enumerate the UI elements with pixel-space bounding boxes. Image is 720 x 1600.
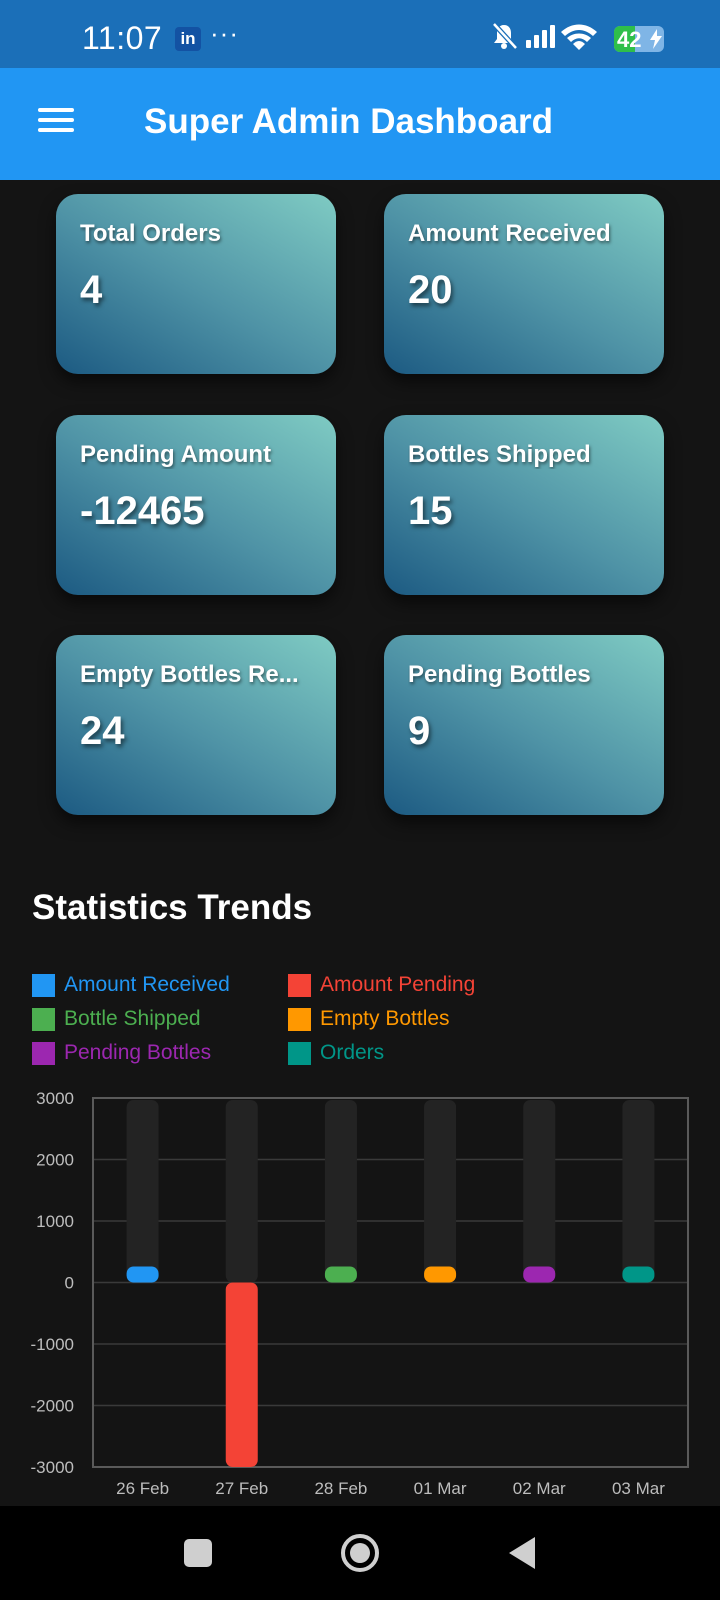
- card-value: 20: [408, 268, 453, 312]
- charging-bolt-icon: [650, 29, 662, 49]
- statistics-bar-chart: 3000 2000 1000 0 -1000 -2000 -3000 26 Feb 27 Feb…: [31, 1089, 689, 1498]
- recents-icon[interactable]: [183, 1538, 213, 1568]
- legend-swatch: [288, 1042, 311, 1065]
- bar-pending-bottles: [523, 1266, 556, 1283]
- bar-orders: [622, 1266, 655, 1283]
- legend-swatch: [32, 1008, 55, 1031]
- card-value: 9: [408, 709, 431, 753]
- bar-empty-bottles: [424, 1266, 457, 1283]
- legend-label: Amount Received: [64, 973, 230, 996]
- x-tick-label: 26 Feb: [116, 1479, 169, 1498]
- bar-amount-pending: [225, 1282, 258, 1467]
- status-icons: [492, 22, 597, 50]
- bar-background: [622, 1100, 655, 1283]
- card-label: Pending Bottles: [408, 661, 591, 688]
- legend-swatch: [32, 974, 55, 997]
- status-time: 11:07: [82, 20, 163, 56]
- battery-percent: 42: [617, 27, 642, 52]
- legend-label: Amount Pending: [320, 973, 476, 996]
- card-pending-bottles[interactable]: Pending Bottles 9: [384, 635, 664, 815]
- legend-swatch: [288, 974, 311, 997]
- bar-background: [523, 1100, 556, 1283]
- signal-icon: [526, 25, 555, 48]
- card-value: 4: [80, 268, 103, 312]
- wifi-icon: [561, 24, 597, 50]
- page-title: Super Admin Dashboard: [144, 102, 554, 141]
- card-total-orders[interactable]: Total Orders 4: [56, 194, 336, 374]
- bar-background: [225, 1100, 258, 1283]
- back-icon[interactable]: [507, 1535, 537, 1571]
- more-notifications-icon: ···: [210, 18, 239, 48]
- card-empty-bottles-received[interactable]: Empty Bottles Re... 24: [56, 635, 336, 815]
- card-bottles-shipped[interactable]: Bottles Shipped 15: [384, 415, 664, 595]
- y-tick-label: -1000: [31, 1335, 74, 1354]
- legend-swatch: [32, 1042, 55, 1065]
- legend-label: Bottle Shipped: [64, 1007, 201, 1030]
- x-tick-label: 01 Mar: [414, 1479, 467, 1498]
- bar-bottle-shipped: [324, 1266, 357, 1283]
- status-bar: 11:07 in ··· 42: [0, 0, 720, 68]
- x-tick-label: 02 Mar: [513, 1479, 566, 1498]
- legend-label: Empty Bottles: [320, 1007, 450, 1030]
- hamburger-menu-icon[interactable]: [30, 102, 82, 148]
- bar-background: [126, 1100, 159, 1283]
- card-label: Bottles Shipped: [408, 441, 591, 468]
- card-label: Total Orders: [80, 220, 221, 247]
- linkedin-notification-icon: in: [175, 27, 201, 51]
- y-tick-label: 2000: [36, 1151, 74, 1170]
- bar-background: [324, 1100, 357, 1283]
- card-label: Empty Bottles Re...: [80, 661, 299, 688]
- y-tick-label: -3000: [31, 1458, 74, 1477]
- card-amount-received[interactable]: Amount Received 20: [384, 194, 664, 374]
- navigation-bar: [0, 1506, 720, 1600]
- legend-label: Pending Bottles: [64, 1041, 212, 1064]
- x-tick-label: 03 Mar: [612, 1479, 665, 1498]
- legend-swatch: [288, 1008, 311, 1031]
- bar-amount-received: [126, 1266, 159, 1283]
- mute-icon: [492, 22, 518, 50]
- bar-background: [424, 1100, 457, 1283]
- x-tick-label: 28 Feb: [314, 1479, 367, 1498]
- card-value: 15: [408, 489, 453, 533]
- x-tick-label: 27 Feb: [215, 1479, 268, 1498]
- y-tick-label: 0: [65, 1274, 74, 1293]
- card-label: Amount Received: [408, 220, 611, 247]
- card-label: Pending Amount: [80, 441, 272, 468]
- section-title: Statistics Trends: [32, 888, 313, 927]
- y-tick-label: -2000: [31, 1397, 74, 1416]
- card-value: -12465: [80, 489, 205, 533]
- app-bar: Super Admin Dashboard: [0, 68, 720, 180]
- legend-label: Orders: [320, 1041, 385, 1064]
- battery-icon: 42: [614, 26, 664, 52]
- card-pending-amount[interactable]: Pending Amount -12465: [56, 415, 336, 595]
- y-tick-label: 3000: [36, 1089, 74, 1108]
- home-icon[interactable]: [340, 1533, 380, 1573]
- card-value: 24: [80, 709, 125, 753]
- y-tick-label: 1000: [36, 1212, 74, 1231]
